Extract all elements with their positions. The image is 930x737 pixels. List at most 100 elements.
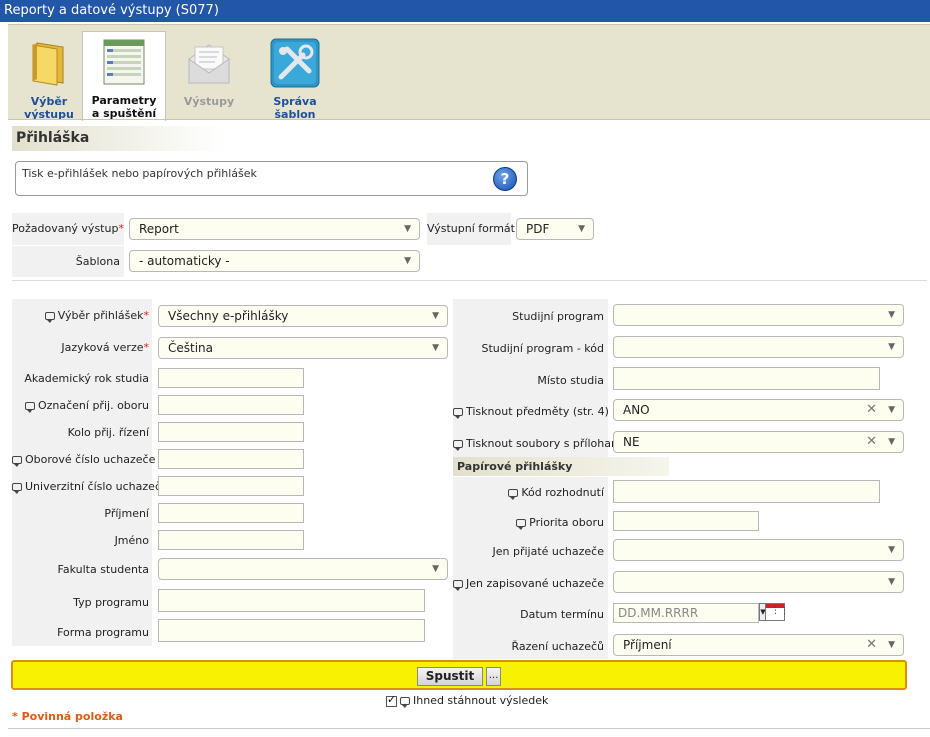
chevron-down-icon: ▼ xyxy=(888,310,895,320)
right-label-column xyxy=(453,477,608,659)
comment-icon xyxy=(453,580,463,591)
print-subjects-select[interactable]: ANO ✕ ▼ xyxy=(613,399,904,421)
more-options-button[interactable]: ... xyxy=(486,667,501,686)
form-table-icon xyxy=(103,39,145,85)
section-title: Přihláška xyxy=(12,126,226,151)
accepted-select[interactable]: ▼ xyxy=(613,539,904,561)
selection-label: Výběr přihlášek* xyxy=(12,309,149,323)
description-text: Tisk e-přihlášek nebo papírových přihláš… xyxy=(22,167,257,180)
comment-icon xyxy=(12,456,22,467)
chevron-down-icon: ▼ xyxy=(432,311,439,321)
uni-number-input[interactable] xyxy=(158,476,304,496)
window-title: Reporty a datové výstupy (S077) xyxy=(0,0,930,22)
faculty-select[interactable]: ▼ xyxy=(158,558,448,580)
description-box: Tisk e-přihlášek nebo papírových přihláš… xyxy=(15,161,528,196)
field-mark-input[interactable] xyxy=(158,395,304,415)
language-label: Jazyková verze* xyxy=(61,341,149,354)
envelope-icon xyxy=(188,44,230,84)
priority-label: Priorita oboru xyxy=(453,516,604,530)
sort-label: Řazení uchazečů xyxy=(511,640,604,653)
output-label: Požadovaný výstup* xyxy=(12,222,124,235)
decision-code-input[interactable] xyxy=(613,480,880,503)
program-type-label: Typ programu xyxy=(73,596,149,609)
chevron-down-icon: ▼ xyxy=(888,577,895,587)
comment-icon xyxy=(400,697,410,708)
name-input[interactable] xyxy=(158,530,304,550)
template-label: Šablona xyxy=(75,255,120,268)
chevron-down-icon: ▼ xyxy=(888,545,895,555)
enrolled-select[interactable]: ▼ xyxy=(613,571,904,593)
comment-icon xyxy=(453,408,463,419)
tab-outputs[interactable]: Výstupy xyxy=(168,33,250,120)
clear-icon[interactable]: ✕ xyxy=(866,432,877,452)
tab-label: Správa xyxy=(273,95,317,108)
output-select[interactable]: Report ▼ xyxy=(129,218,420,240)
field-number-input[interactable] xyxy=(158,449,304,469)
program-select[interactable]: ▼ xyxy=(613,304,904,326)
comment-icon xyxy=(12,483,22,494)
calendar-icon[interactable] xyxy=(765,603,789,621)
field-mark-label: Označení přij. oboru xyxy=(12,399,149,413)
comment-icon xyxy=(453,440,463,451)
uni-number-label: Univerzitní číslo uchazeče xyxy=(12,480,168,494)
chevron-down-icon: ▼ xyxy=(888,640,895,650)
print-files-select[interactable]: NE ✕ ▼ xyxy=(613,431,904,453)
surname-input[interactable] xyxy=(158,503,304,523)
tab-parameters[interactable]: Parametry a spuštění xyxy=(82,31,166,121)
separator xyxy=(12,280,927,281)
surname-label: Příjmení xyxy=(104,507,149,520)
field-number-label: Oborové číslo uchazeče xyxy=(12,453,155,467)
comment-icon xyxy=(508,489,519,500)
year-input[interactable] xyxy=(158,368,304,388)
accepted-label: Jen přijaté uchazeče xyxy=(492,545,604,558)
program-form-input[interactable] xyxy=(158,619,425,642)
required-note: * Povinná položka xyxy=(12,710,123,723)
download-checkbox[interactable] xyxy=(386,693,397,707)
priority-input[interactable] xyxy=(613,511,759,531)
year-label: Akademický rok studia xyxy=(24,372,149,385)
chevron-down-icon: ▼ xyxy=(888,342,895,352)
tab-label: Výstupy xyxy=(183,95,235,108)
help-icon[interactable]: ? xyxy=(493,167,517,191)
round-label: Kolo přij. řízení xyxy=(67,426,149,439)
download-option[interactable]: Ihned stáhnout výsledek xyxy=(386,693,549,708)
program-code-label: Studijní program - kód xyxy=(481,342,605,355)
enrolled-label: Jen zapisované uchazeče xyxy=(453,577,604,591)
chevron-down-icon: ▼ xyxy=(578,224,585,234)
sort-select[interactable]: Příjmení ✕ ▼ xyxy=(613,634,904,656)
comment-icon xyxy=(44,312,55,323)
date-input[interactable]: DD.MM.RRRR xyxy=(613,603,759,623)
place-input[interactable] xyxy=(613,367,880,390)
chevron-down-icon: ▼ xyxy=(888,405,895,415)
download-label: Ihned stáhnout výsledek xyxy=(413,694,549,707)
tab-output-selection[interactable]: Výběr výstupu xyxy=(8,33,90,121)
tab-template-management[interactable]: Správa šablon xyxy=(254,33,336,121)
tab-underline xyxy=(8,119,930,120)
language-select[interactable]: Čeština ▼ xyxy=(158,337,448,359)
format-label: Výstupní formát xyxy=(427,222,515,235)
print-subjects-label: Tisknout předměty (str. 4) xyxy=(453,405,609,419)
selection-select[interactable]: Všechny e-přihlášky ▼ xyxy=(158,305,448,327)
run-button[interactable]: Spustit xyxy=(417,667,483,686)
chevron-down-icon: ▼ xyxy=(432,564,439,574)
chevron-down-icon: ▼ xyxy=(404,256,411,266)
decision-code-label: Kód rozhodnutí xyxy=(453,486,604,500)
program-type-input[interactable] xyxy=(158,589,425,612)
name-label: Jméno xyxy=(114,534,149,547)
comment-icon xyxy=(516,519,527,530)
tools-icon xyxy=(270,38,320,88)
tab-toolbar: Výběr výstupu Parametry a spuštění Výstupy… xyxy=(8,24,930,121)
chevron-down-icon: ▼ xyxy=(432,343,439,353)
place-label: Místo studia xyxy=(537,374,604,387)
paper-section-title: Papírové přihlášky xyxy=(453,457,669,476)
format-select[interactable]: PDF ▼ xyxy=(516,218,594,240)
program-code-select[interactable]: ▼ xyxy=(613,336,904,358)
tab-label: Výběr xyxy=(30,95,68,108)
clear-icon[interactable]: ✕ xyxy=(866,635,877,655)
chevron-down-icon: ▼ xyxy=(888,437,895,447)
clear-icon[interactable]: ✕ xyxy=(866,400,877,420)
round-input[interactable] xyxy=(158,422,304,442)
date-label: Datum termínu xyxy=(520,608,604,621)
program-label: Studijní program xyxy=(512,310,604,323)
template-select[interactable]: - automaticky - ▼ xyxy=(129,250,420,272)
